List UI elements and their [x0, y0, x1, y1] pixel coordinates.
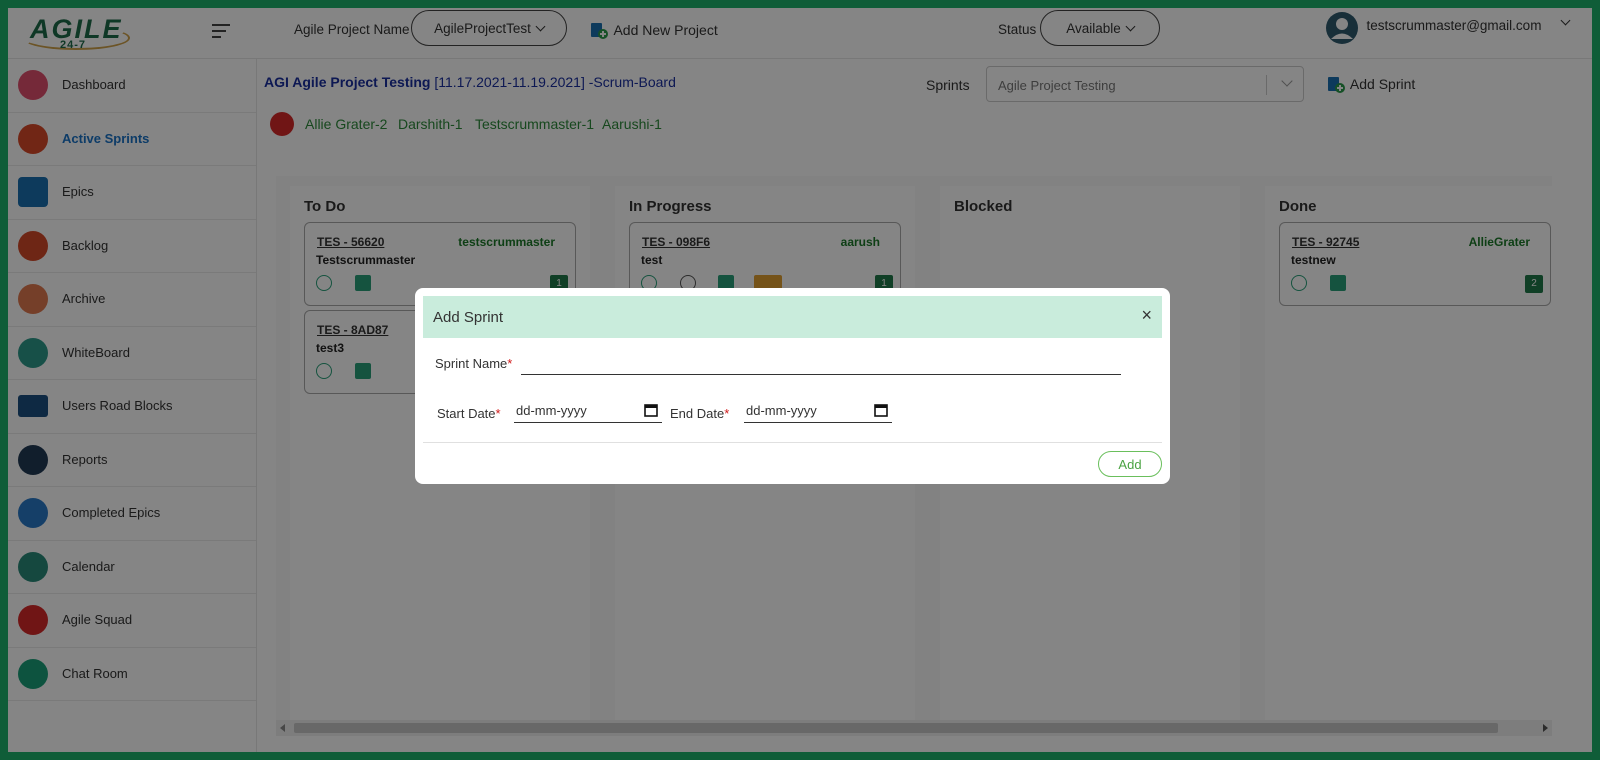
modal-header: Add Sprint × [423, 296, 1162, 338]
sprint-name-label: Sprint Name* [435, 356, 512, 371]
sprint-name-input[interactable] [521, 350, 1121, 375]
start-date-label-text: Start Date [437, 406, 496, 421]
modal-title: Add Sprint [433, 309, 504, 326]
required-mark: * [495, 406, 501, 421]
start-date-placeholder: dd-mm-yyyy [516, 403, 587, 418]
start-date-field[interactable]: dd-mm-yyyy [514, 400, 662, 423]
modal-divider [423, 442, 1162, 443]
add-button[interactable]: Add [1098, 451, 1162, 477]
close-icon[interactable]: × [1141, 305, 1152, 326]
end-date-label-text: End Date [670, 406, 725, 421]
calendar-icon[interactable] [874, 403, 888, 417]
start-date-label: Start Date* [437, 406, 501, 421]
end-date-label: End Date* [670, 406, 729, 421]
add-sprint-modal: Add Sprint × Sprint Name* Start Date* dd… [415, 288, 1170, 484]
end-date-field[interactable]: dd-mm-yyyy [744, 400, 892, 423]
sprint-name-label-text: Sprint Name [435, 356, 508, 371]
required-mark: * [724, 406, 730, 421]
calendar-icon[interactable] [644, 403, 658, 417]
end-date-placeholder: dd-mm-yyyy [746, 403, 817, 418]
required-mark: * [507, 356, 513, 371]
